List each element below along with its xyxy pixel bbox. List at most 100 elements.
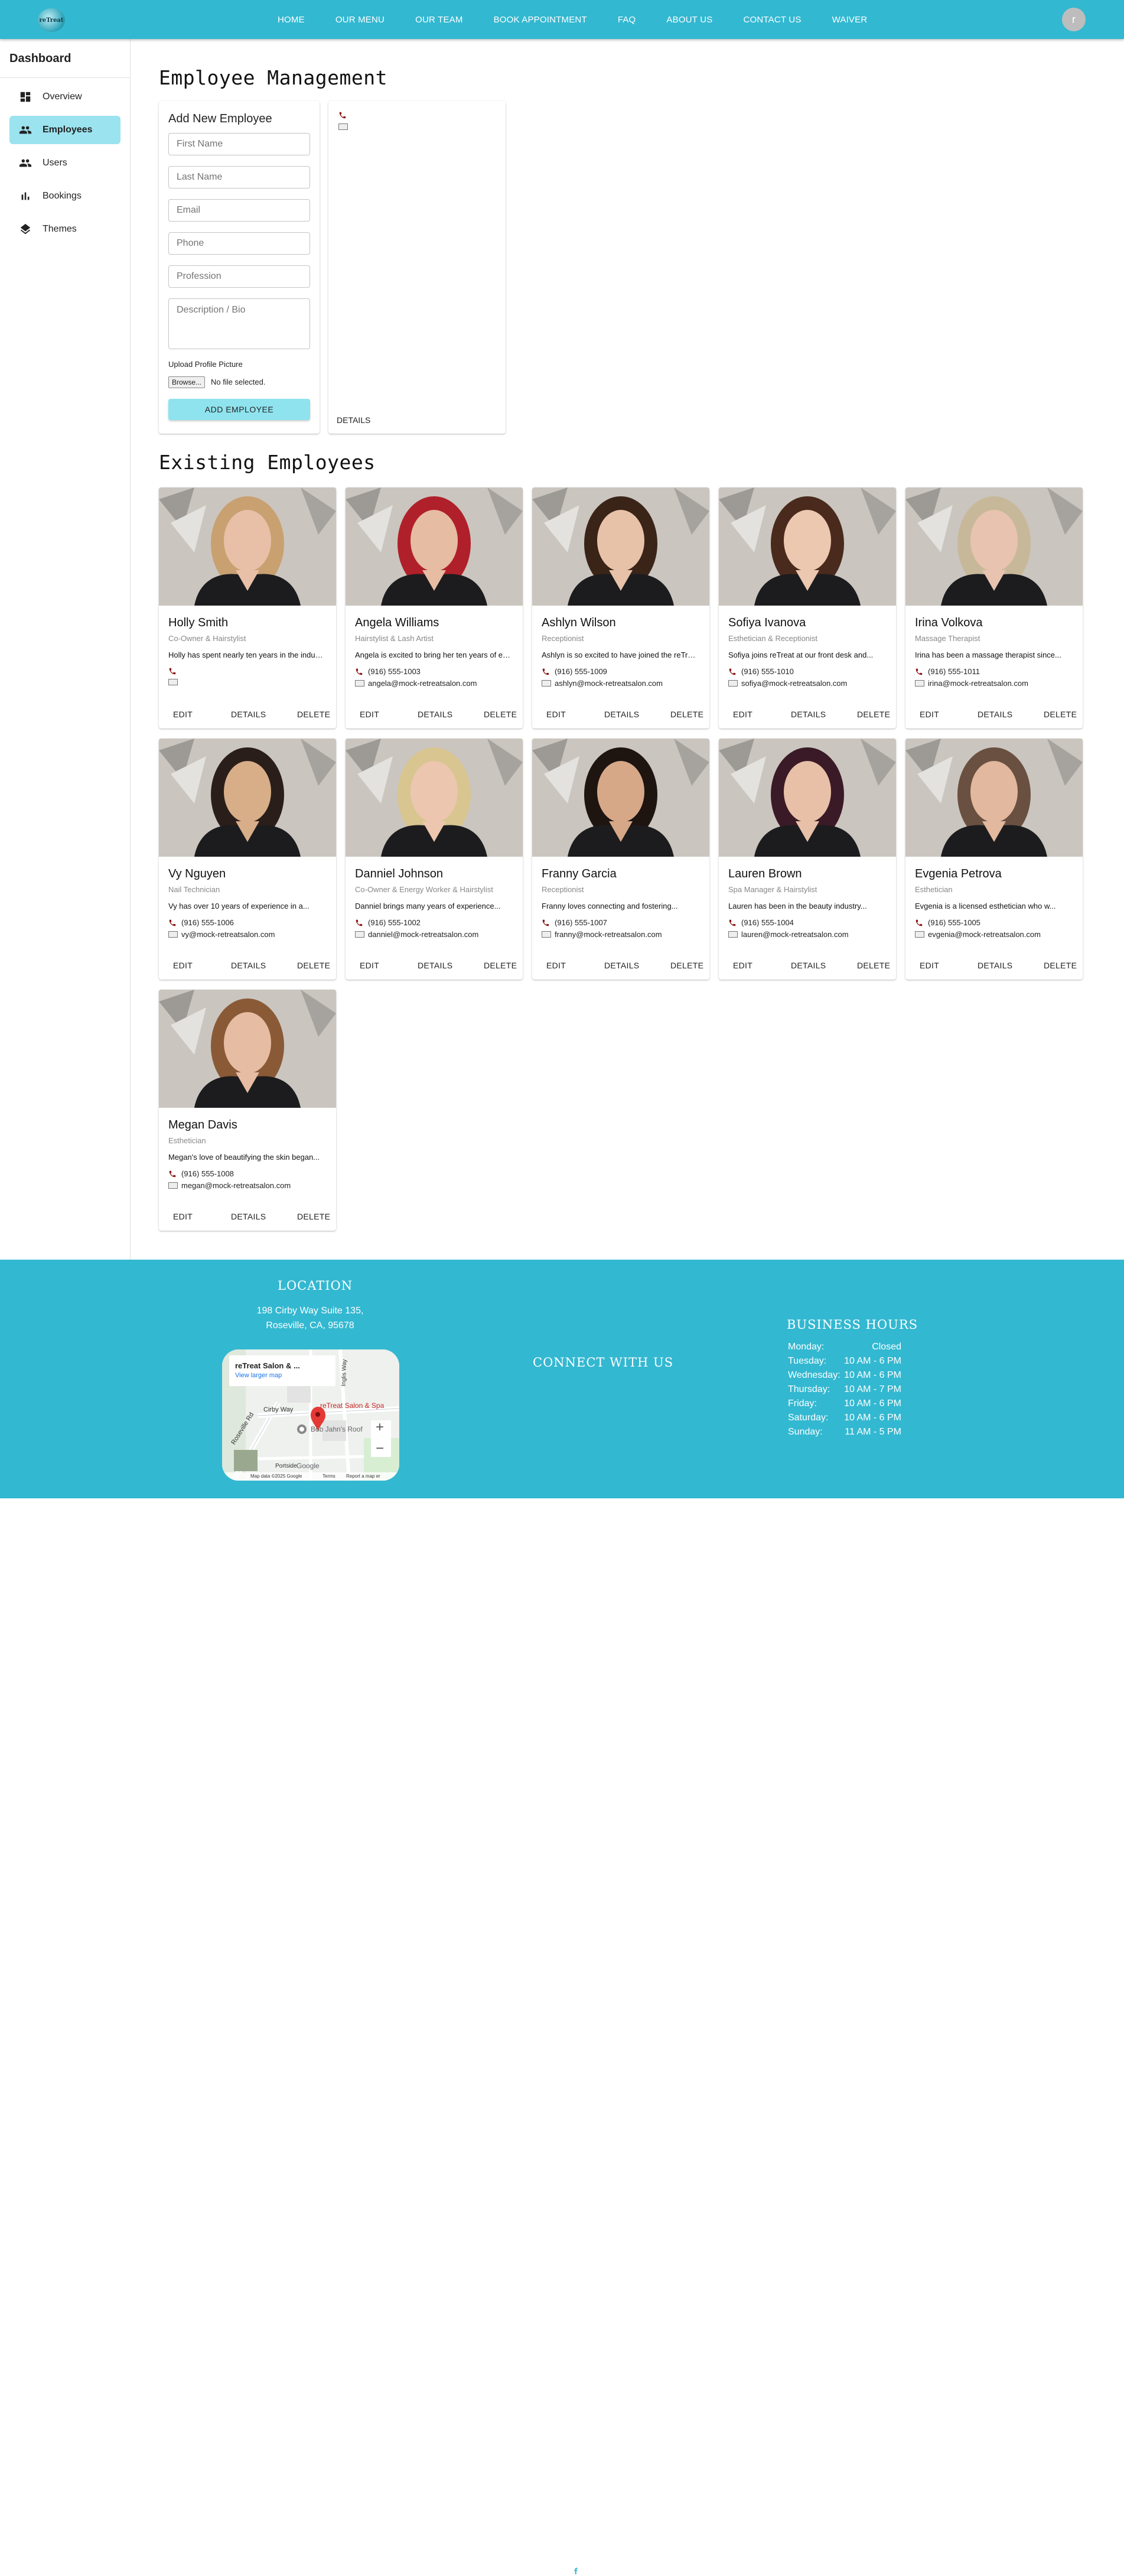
employee-role: Esthetician [168,1136,206,1145]
delete-button[interactable]: DELETE [297,710,330,719]
logo[interactable]: reTreat [38,8,65,32]
preview-details-button[interactable]: DETAILS [337,415,370,425]
employee-email-text: danniel@mock-retreatsalon.com [368,930,479,939]
nav-link-menu[interactable]: OUR MENU [335,15,385,25]
sidebar-item-themes[interactable]: Themes [9,215,120,243]
larger-map-link[interactable]: View larger map [235,1372,282,1379]
delete-button[interactable]: DELETE [297,1212,330,1221]
top-nav-bar: reTreat HOME OUR MENU OUR TEAM BOOK APPO… [0,0,1124,39]
email-icon [542,931,551,938]
delete-button[interactable]: DELETE [857,961,890,970]
employee-phone: (916) 555-1009 [542,667,607,676]
employee-card: Lauren Brown Spa Manager & Hairstylist Lau… [719,739,896,980]
avatar[interactable]: r [1062,8,1086,31]
employee-photo [719,739,896,857]
email-icon [168,931,178,938]
edit-button[interactable]: EDIT [173,1212,193,1221]
email-icon [542,680,551,687]
details-button[interactable]: DETAILS [791,710,826,719]
employee-phone: (916) 555-1005 [915,918,980,927]
google-logo: Google [297,1462,320,1470]
connect-title: CONNECT WITH US [533,1355,674,1370]
hours-row: Sunday: 11 AM - 5 PM [788,1425,901,1439]
employee-phone: (916) 555-1007 [542,918,607,927]
browse-button[interactable]: Browse... [168,376,206,388]
employee-role: Co-Owner & Energy Worker & Hairstylist [355,885,493,894]
nav-link-book[interactable]: BOOK APPOINTMENT [494,15,587,25]
delete-button[interactable]: DELETE [857,710,890,719]
phone-input[interactable] [168,232,310,255]
nav-link-home[interactable]: HOME [278,15,305,25]
sidebar-item-bookings[interactable]: Bookings [9,182,120,210]
map-terms-link[interactable]: Terms [322,1474,335,1479]
zoom-in-button[interactable]: + [376,1419,384,1436]
nav-link-faq[interactable]: FAQ [618,15,636,25]
edit-button[interactable]: EDIT [360,710,379,719]
edit-button[interactable]: EDIT [173,710,193,719]
nav-link-waiver[interactable]: WAIVER [832,15,868,25]
employee-name: Franny Garcia [542,867,617,880]
delete-button[interactable]: DELETE [484,961,517,970]
sidebar-item-overview[interactable]: Overview [9,83,120,111]
first-name-input[interactable] [168,133,310,155]
employee-email-text: angela@mock-retreatsalon.com [368,679,477,688]
details-button[interactable]: DETAILS [231,1212,266,1221]
bio-textarea[interactable] [168,298,310,349]
details-button[interactable]: DETAILS [231,961,266,970]
edit-button[interactable]: EDIT [173,961,193,970]
sidebar-item-users[interactable]: Users [9,149,120,177]
nav-link-about[interactable]: ABOUT US [666,15,712,25]
hours-row: Tuesday: 10 AM - 6 PM [788,1354,901,1368]
employee-card: Vy Nguyen Nail Technician Vy has over 10 y… [159,739,336,980]
employee-email: evgenia@mock-retreatsalon.com [915,930,1041,939]
details-button[interactable]: DETAILS [791,961,826,970]
zoom-out-button[interactable]: − [376,1440,384,1457]
nav-link-team[interactable]: OUR TEAM [415,15,463,25]
details-button[interactable]: DETAILS [978,961,1012,970]
email-input[interactable] [168,199,310,222]
edit-button[interactable]: EDIT [920,961,939,970]
delete-button[interactable]: DELETE [297,961,330,970]
edit-button[interactable]: EDIT [733,961,752,970]
delete-button[interactable]: DELETE [670,961,703,970]
delete-button[interactable]: DELETE [670,710,703,719]
employee-email: danniel@mock-retreatsalon.com [355,930,478,939]
map-attribution-bar: Map data ©2025 Google Terms Report a map… [222,1472,399,1481]
main-nav: HOME OUR MENU OUR TEAM BOOK APPOINTMENT … [278,0,898,39]
profession-input[interactable] [168,265,310,288]
edit-button[interactable]: EDIT [360,961,379,970]
delete-button[interactable]: DELETE [1044,961,1077,970]
employee-photo [905,487,1083,606]
location-map[interactable]: reTreat Salon & ... View larger map reTr… [222,1349,399,1481]
details-button[interactable]: DETAILS [978,710,1012,719]
employee-phone: (916) 555-1010 [728,667,794,676]
sidebar-item-employees[interactable]: Employees [9,116,120,144]
employee-name: Vy Nguyen [168,867,226,880]
facebook-icon[interactable] [571,2565,581,2576]
details-button[interactable]: DETAILS [604,710,639,719]
address: 198 Cirby Way Suite 135, Roseville, CA, … [224,1303,396,1333]
last-name-input[interactable] [168,166,310,188]
details-button[interactable]: DETAILS [418,961,452,970]
edit-button[interactable]: EDIT [920,710,939,719]
employee-name: Lauren Brown [728,867,802,880]
instagram-icon[interactable] [604,2565,614,2576]
details-button[interactable]: DETAILS [604,961,639,970]
phone-icon [542,668,549,675]
email-icon [168,679,178,685]
edit-button[interactable]: EDIT [546,961,566,970]
map-report-link[interactable]: Report a map er [346,1474,380,1479]
edit-button[interactable]: EDIT [546,710,566,719]
hours-row: Wednesday: 10 AM - 6 PM [788,1368,901,1383]
delete-button[interactable]: DELETE [1044,710,1077,719]
delete-button[interactable]: DELETE [484,710,517,719]
nav-link-contact[interactable]: CONTACT US [743,15,801,25]
hours-day: Monday: [788,1342,825,1352]
add-employee-button[interactable]: ADD EMPLOYEE [168,399,310,420]
employee-photo [532,739,709,857]
details-button[interactable]: DETAILS [231,710,266,719]
details-button[interactable]: DETAILS [418,710,452,719]
employee-phone-text: (916) 555-1002 [368,918,421,927]
hours-time: 10 AM - 6 PM [844,1370,901,1380]
edit-button[interactable]: EDIT [733,710,752,719]
